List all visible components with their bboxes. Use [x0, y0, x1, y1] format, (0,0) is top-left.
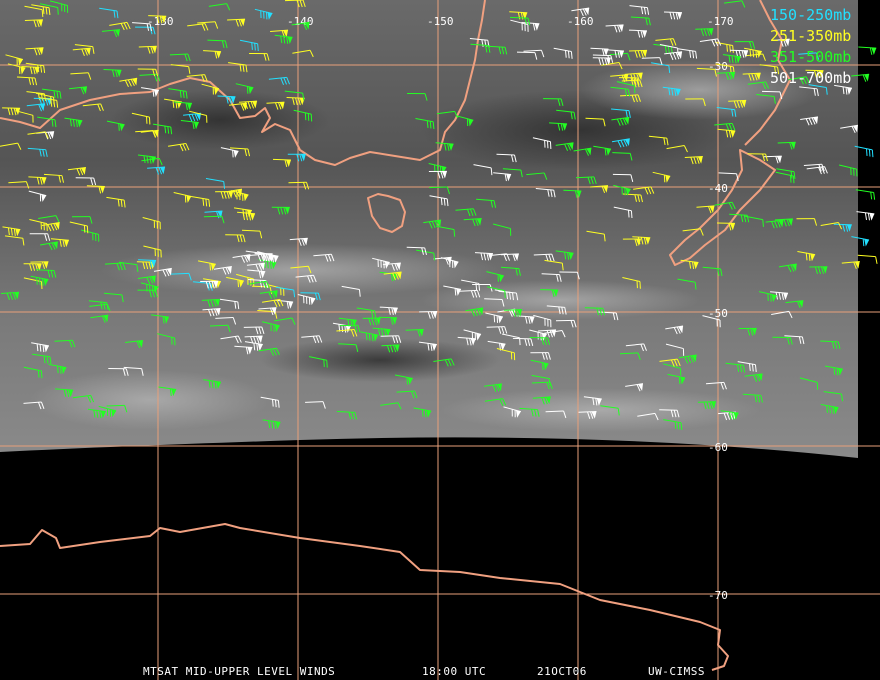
legend-150-250: 150-250mb [770, 6, 851, 24]
legend-251-350: 251-350mb [770, 27, 851, 45]
time-label: 18:00 UTC [422, 665, 486, 678]
lon-label: -150 [427, 15, 454, 28]
satellite-wind-map: -130 -140 -150 -160 -170 -30 -40 -50 -60… [0, 0, 880, 680]
lat-label: -60 [708, 441, 728, 454]
date-label: 21OCT06 [537, 665, 587, 678]
lon-label: -170 [707, 15, 734, 28]
lat-label: -70 [708, 589, 728, 602]
lon-label: -140 [287, 15, 314, 28]
legend-351-500: 351-500mb [770, 48, 851, 66]
legend-501-700: 501-700mb [770, 69, 851, 87]
lat-label: -30 [708, 60, 728, 73]
product-label: MTSAT MID-UPPER LEVEL WINDS [143, 665, 335, 678]
source-label: UW-CIMSS [648, 665, 705, 678]
lat-label: -40 [708, 182, 728, 195]
lon-label: -160 [567, 15, 594, 28]
